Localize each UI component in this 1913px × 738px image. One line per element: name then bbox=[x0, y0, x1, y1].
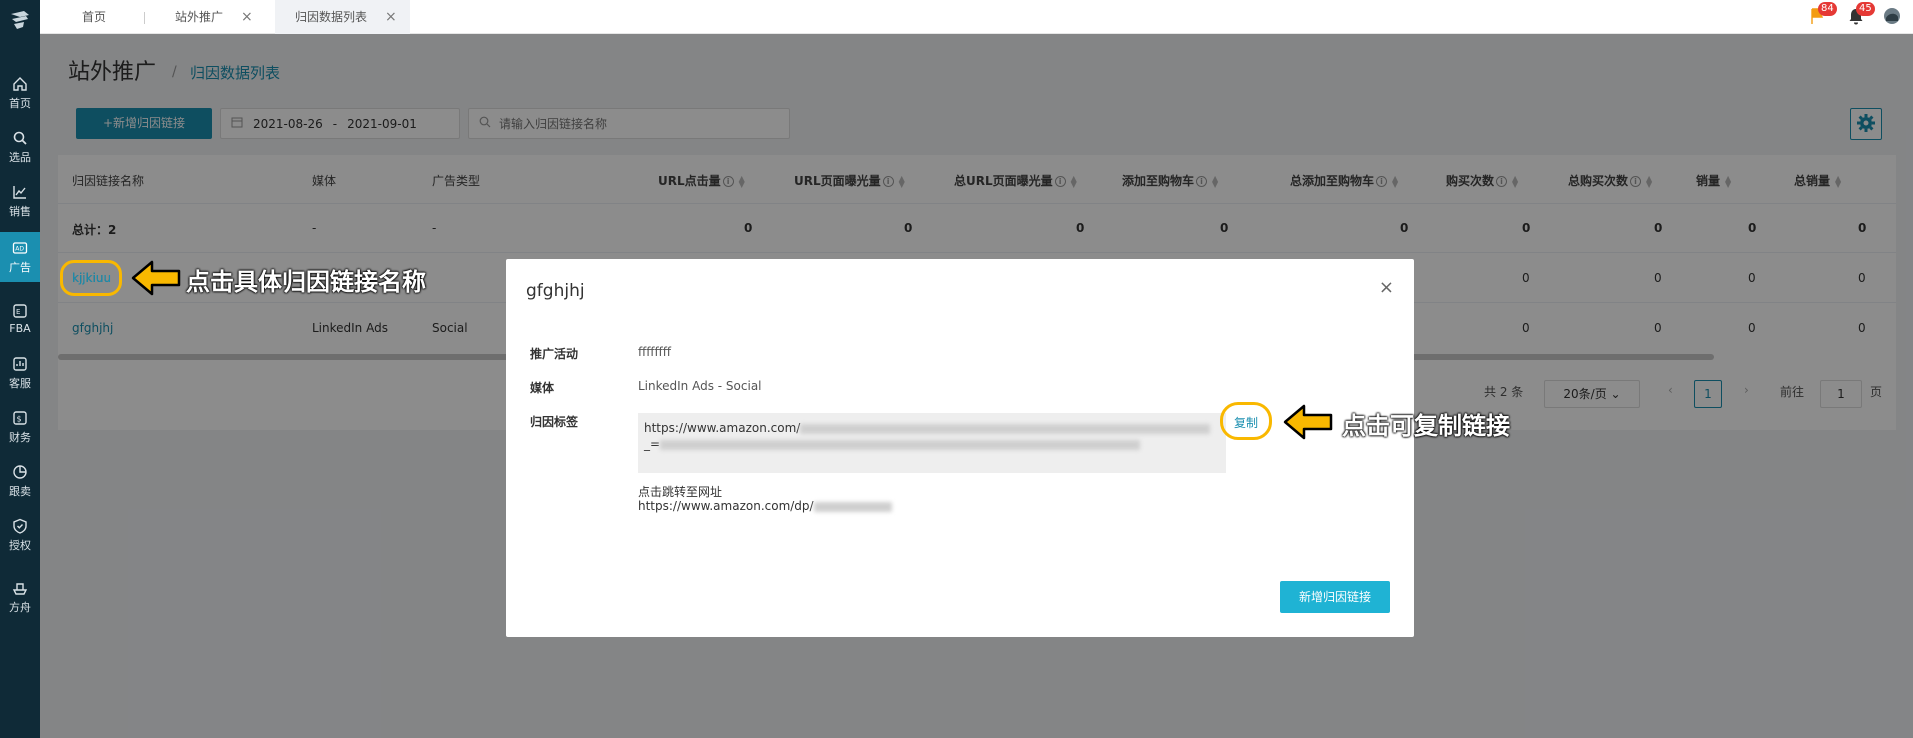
link-name-kjjkiuu-highlighted[interactable]: kjjkiuu bbox=[72, 271, 111, 285]
svg-text:E: E bbox=[16, 308, 20, 316]
shield-icon bbox=[13, 518, 27, 534]
logo-icon[interactable] bbox=[8, 8, 32, 32]
sidebar-item-home[interactable]: 首页 bbox=[0, 68, 40, 118]
customer-service-icon bbox=[13, 356, 27, 371]
tab-label: 站外推广 bbox=[175, 10, 224, 24]
search-icon bbox=[13, 131, 27, 145]
campaign-label: 推广活动 bbox=[530, 347, 579, 361]
sidebar-item-ark[interactable]: 方舟 bbox=[0, 572, 40, 622]
arrow-left-icon bbox=[131, 260, 181, 296]
arrow-left-icon bbox=[1283, 404, 1333, 440]
ad-icon: AD bbox=[12, 241, 28, 254]
home-icon bbox=[13, 76, 27, 91]
tab-home[interactable]: 首页 bbox=[82, 0, 142, 34]
sidebar-item-fba[interactable]: E FBA bbox=[0, 294, 40, 344]
tab-label: 归因数据列表 bbox=[295, 10, 368, 24]
sidebar-item-label: FBA bbox=[9, 322, 31, 335]
copy-link[interactable]: 复制 bbox=[1234, 414, 1258, 431]
chart-line-icon bbox=[13, 185, 26, 199]
sidebar-item-label: 销售 bbox=[9, 204, 31, 218]
bell-icon[interactable]: 45 bbox=[1846, 2, 1875, 26]
tab-offsite-promo[interactable]: 站外推广 × bbox=[175, 0, 285, 34]
sidebar-item-label: 首页 bbox=[9, 96, 31, 110]
tag-line-prefix: _= bbox=[644, 437, 661, 451]
sidebar-item-label: 跟卖 bbox=[9, 484, 31, 498]
sidebar-item-ads[interactable]: AD 广告 bbox=[0, 232, 40, 282]
blurred-text bbox=[660, 439, 1141, 450]
sidebar-item-selection[interactable]: 选品 bbox=[0, 122, 40, 172]
sidebar-item-sales[interactable]: 销售 bbox=[0, 176, 40, 226]
flag-icon[interactable]: 84 bbox=[1808, 2, 1837, 26]
sidebar-item-label: 财务 bbox=[9, 430, 31, 444]
flag-badge: 84 bbox=[1818, 2, 1837, 16]
jump-label: 点击跳转至网址 bbox=[638, 485, 723, 499]
sidebar-item-follow[interactable]: 跟卖 bbox=[0, 456, 40, 506]
sidebar-item-finance[interactable]: $ 财务 bbox=[0, 402, 40, 452]
blurred-text bbox=[800, 423, 1211, 434]
close-icon[interactable]: × bbox=[385, 9, 397, 25]
attribution-tag-box[interactable]: https://www.amazon.com/ _= bbox=[638, 413, 1226, 473]
tag-url: https://www.amazon.com/ bbox=[644, 421, 801, 435]
jump-url[interactable]: https://www.amazon.com/dp/ bbox=[638, 499, 892, 513]
bell-badge: 45 bbox=[1856, 2, 1875, 16]
media-value: LinkedIn Ads - Social bbox=[638, 379, 762, 393]
sidebar-item-auth[interactable]: 授权 bbox=[0, 510, 40, 560]
tab-separator bbox=[144, 12, 145, 24]
tag-label: 归因标签 bbox=[530, 415, 579, 429]
tab-bar: 首页 站外推广 × 归因数据列表 × 84 45 bbox=[40, 0, 1913, 34]
finance-icon: $ bbox=[13, 410, 27, 425]
sidebar-item-label: 广告 bbox=[9, 260, 31, 274]
campaign-value: ffffffff bbox=[638, 345, 672, 359]
attribution-detail-dialog: gfghjhj × 推广活动 ffffffff 媒体 LinkedIn Ads … bbox=[506, 259, 1414, 637]
fba-icon: E bbox=[13, 304, 27, 318]
pie-chart-icon bbox=[13, 464, 27, 479]
svg-text:AD: AD bbox=[15, 245, 24, 252]
sidebar-item-label: 方舟 bbox=[9, 600, 31, 614]
sidebar: 首页 选品 销售 AD 广告 E FBA 客服 $ 财务 跟卖 授权 方舟 bbox=[0, 0, 40, 738]
sidebar-item-label: 授权 bbox=[9, 538, 31, 552]
close-icon[interactable]: × bbox=[1379, 277, 1394, 298]
sidebar-item-label: 选品 bbox=[9, 150, 31, 164]
tab-attribution-list[interactable]: 归因数据列表 × bbox=[275, 0, 410, 34]
blurred-text bbox=[813, 501, 892, 512]
close-icon[interactable]: × bbox=[241, 9, 253, 25]
annotation-right: 点击可复制链接 bbox=[1342, 412, 1510, 440]
dialog-title: gfghjhj bbox=[526, 281, 585, 301]
ark-icon bbox=[12, 582, 28, 595]
media-label: 媒体 bbox=[530, 381, 555, 395]
avatar[interactable] bbox=[1882, 6, 1902, 26]
sidebar-item-label: 客服 bbox=[9, 376, 31, 390]
add-link-submit-button[interactable]: 新增归因链接 bbox=[1280, 581, 1390, 613]
jump-url-text: https://www.amazon.com/dp/ bbox=[638, 499, 814, 513]
annotation-left: 点击具体归因链接名称 bbox=[186, 268, 426, 296]
tab-label: 首页 bbox=[82, 10, 107, 24]
svg-text:$: $ bbox=[17, 414, 22, 423]
sidebar-item-service[interactable]: 客服 bbox=[0, 348, 40, 398]
